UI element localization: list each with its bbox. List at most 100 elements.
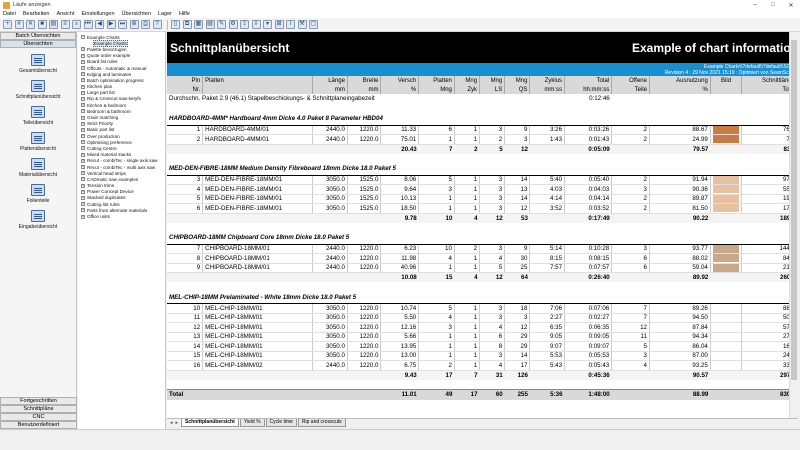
expand-icon[interactable]: + xyxy=(81,53,85,58)
print-icon[interactable]: ⎙ xyxy=(141,20,150,29)
table-row[interactable]: 15 MEL-CHIP-18MM/01 3050.0 1220.0 13.00 1 1 3 14… xyxy=(167,351,798,361)
forward-icon[interactable]: ▶ xyxy=(106,20,116,29)
scrollbar-thumb[interactable] xyxy=(791,40,797,380)
minimize-icon[interactable]: – xyxy=(746,2,764,9)
table-row[interactable]: 4 MED-DEN-FIBRE-18MM/01 3050.0 1525.0 9.64 3 1… xyxy=(167,184,798,195)
expand-icon[interactable]: + xyxy=(81,84,85,89)
sidebar-item-4[interactable]: Materialübersicht xyxy=(0,158,76,178)
expand-icon[interactable]: + xyxy=(81,195,85,200)
collapse-icon[interactable]: − xyxy=(81,35,85,40)
tab-first-icon[interactable]: ◂ xyxy=(170,420,173,426)
expand-icon[interactable]: + xyxy=(81,115,85,120)
expand-icon[interactable]: + xyxy=(81,134,85,139)
sidebar-header-batch[interactable]: Batch Übersichten xyxy=(0,32,76,40)
document-icon[interactable]: ▯ xyxy=(171,20,180,29)
expand-icon[interactable]: + xyxy=(81,158,85,163)
expand-icon[interactable]: + xyxy=(81,90,85,95)
menu-item-5[interactable]: Lager xyxy=(158,11,172,17)
sidebar-item-0[interactable]: Gesamtübersicht xyxy=(0,54,76,74)
tree-item[interactable]: + Office units xyxy=(81,213,165,219)
table-row[interactable]: 12 MEL-CHIP-18MM/01 3050.0 1220.0 12.16 3 1 4 12… xyxy=(167,322,798,333)
sheet-tab-3[interactable]: Rip and crosscuts xyxy=(297,419,346,427)
expand-icon[interactable]: + xyxy=(81,103,85,108)
sidebar-footer-advanced[interactable]: Fortgeschritten xyxy=(0,397,77,405)
expand-icon[interactable]: + xyxy=(81,72,85,77)
sidebar-item-5[interactable]: Folienteile xyxy=(0,184,76,204)
expand-icon[interactable]: + xyxy=(81,78,85,83)
table-row[interactable]: 9 CHIPBOARD-18MM/01 2440.0 1220.0 40.96 1 1 5 25… xyxy=(167,263,798,273)
edit-icon[interactable]: ✎ xyxy=(217,20,226,29)
table-icon[interactable]: ▤ xyxy=(49,20,58,29)
search-icon[interactable]: ⌕ xyxy=(72,20,81,29)
import-icon[interactable]: ⇩ xyxy=(251,20,261,29)
table-row[interactable]: 1 HARDBOARD-4MM/01 2440.0 1220.0 11.33 6 1 3 9 3:… xyxy=(167,125,798,135)
expand-icon[interactable]: + xyxy=(81,171,85,176)
filter-icon[interactable]: ▾ xyxy=(263,20,272,29)
table-row[interactable]: 14 MEL-CHIP-18MM/01 3050.0 1220.0 13.95 1 1 8 29… xyxy=(167,341,798,352)
table-row[interactable]: 3 MED-DEN-FIBRE-18MM/01 3050.0 1525.0 8.06 5 1… xyxy=(167,175,798,185)
sidebar-header-overviews[interactable]: Übersichten xyxy=(0,40,76,48)
expand-icon[interactable]: + xyxy=(81,59,85,64)
last-icon[interactable]: ⏭ xyxy=(118,20,127,29)
delete-icon[interactable]: ✕ xyxy=(26,20,35,29)
table-row[interactable]: 11 MEL-CHIP-18MM/01 3050.0 1220.0 5.50 4 1 3 3 2:… xyxy=(167,313,798,323)
table-row[interactable]: 6 MED-DEN-FIBRE-18MM/01 3050.0 1525.0 18.50 1… xyxy=(167,203,798,214)
sidebar-item-6[interactable]: Eingabeübersicht xyxy=(0,210,76,230)
menu-item-1[interactable]: Bearbeiten xyxy=(23,11,50,17)
close-icon[interactable]: ✕ xyxy=(782,2,800,9)
tree-item[interactable]: + Recut - combiTec - single axis saw xyxy=(81,158,165,164)
export-icon[interactable]: ⇪ xyxy=(240,20,249,29)
table-row[interactable]: 13 MEL-CHIP-18MM/01 3050.0 1220.0 5.66 1 1 6 29 9… xyxy=(167,332,798,342)
first-icon[interactable]: ⏮ xyxy=(83,20,93,29)
expand-icon[interactable]: + xyxy=(81,146,85,151)
window-icon[interactable]: ▢ xyxy=(309,20,318,29)
tree-item[interactable]: + Recut - combiTec - multi axis saw xyxy=(81,164,165,170)
grid-icon[interactable]: # xyxy=(14,20,24,29)
expand-icon[interactable]: + xyxy=(81,96,85,101)
layout-icon[interactable]: ⊞ xyxy=(274,20,284,29)
sidebar-footer-cutting-plans[interactable]: Schnittpläne xyxy=(0,405,77,413)
chart-icon[interactable]: ▦ xyxy=(194,20,203,29)
help-icon[interactable]: ? xyxy=(152,20,162,29)
maximize-icon[interactable]: □ xyxy=(764,2,782,9)
table-row[interactable]: 7 CHIPBOARD-18MM/01 2440.0 1220.0 6.23 10 2 3 9 5… xyxy=(167,244,798,254)
table-row[interactable]: 2 HARDBOARD-4MM/01 2440.0 1220.0 75.01 1 1 2 3 1:… xyxy=(167,134,798,145)
table-row[interactable]: 16 MEL-CHIP-18MM/02 2440.0 1220.0 6.75 2 1 4 17 5… xyxy=(167,360,798,371)
expand-icon[interactable]: + xyxy=(81,183,85,188)
sheet-tab-1[interactable]: Yield % xyxy=(239,419,265,427)
menu-item-4[interactable]: Übersichten xyxy=(122,11,151,17)
expand-icon[interactable]: + xyxy=(81,189,85,194)
sidebar-footer-cnc[interactable]: CNC xyxy=(0,413,77,421)
tab-next-icon[interactable]: ▸ xyxy=(176,420,179,426)
settings-icon[interactable]: ⚙ xyxy=(228,20,238,29)
expand-icon[interactable]: + xyxy=(81,177,85,182)
table-row[interactable]: 8 CHIPBOARD-18MM/01 2440.0 1220.0 11.98 4 1 4 30… xyxy=(167,253,798,264)
expand-icon[interactable]: + xyxy=(81,109,85,114)
vertical-scrollbar[interactable] xyxy=(789,32,798,418)
sheet-tab-2[interactable]: Cycle time xyxy=(265,419,297,427)
sheet-tab-0[interactable]: Schnittplanübersicht xyxy=(181,419,239,427)
menu-item-6[interactable]: Hilfe xyxy=(179,11,190,17)
expand-icon[interactable]: + xyxy=(81,127,85,132)
expand-icon[interactable]: + xyxy=(81,152,85,157)
expand-icon[interactable]: + xyxy=(81,66,85,71)
new-icon[interactable]: + xyxy=(3,20,12,29)
zoom-icon[interactable]: ⊕ xyxy=(129,20,139,29)
expand-icon[interactable]: + xyxy=(81,202,85,207)
expand-icon[interactable]: + xyxy=(81,140,85,145)
expand-icon[interactable]: + xyxy=(81,47,85,52)
sidebar-item-2[interactable]: Teileübersicht xyxy=(0,106,76,126)
menu-item-2[interactable]: Ansicht xyxy=(56,11,74,17)
menu-item-0[interactable]: Datei xyxy=(3,11,16,17)
expand-icon[interactable]: + xyxy=(81,121,85,126)
list-icon[interactable]: ≡ xyxy=(60,20,70,29)
back-icon[interactable]: ◀ xyxy=(95,20,104,29)
tools-icon[interactable]: ⚒ xyxy=(297,20,307,29)
expand-icon[interactable]: + xyxy=(81,214,85,219)
expand-icon[interactable]: + xyxy=(81,208,85,213)
save-icon[interactable]: ■ xyxy=(37,20,47,29)
table-row[interactable]: 10 MEL-CHIP-18MM/01 3050.0 1220.0 10.74 5 1 3 18… xyxy=(167,303,798,314)
info-icon[interactable]: i xyxy=(286,20,295,29)
expand-icon[interactable]: + xyxy=(81,165,85,170)
sidebar-item-3[interactable]: Plattenübersicht xyxy=(0,132,76,152)
